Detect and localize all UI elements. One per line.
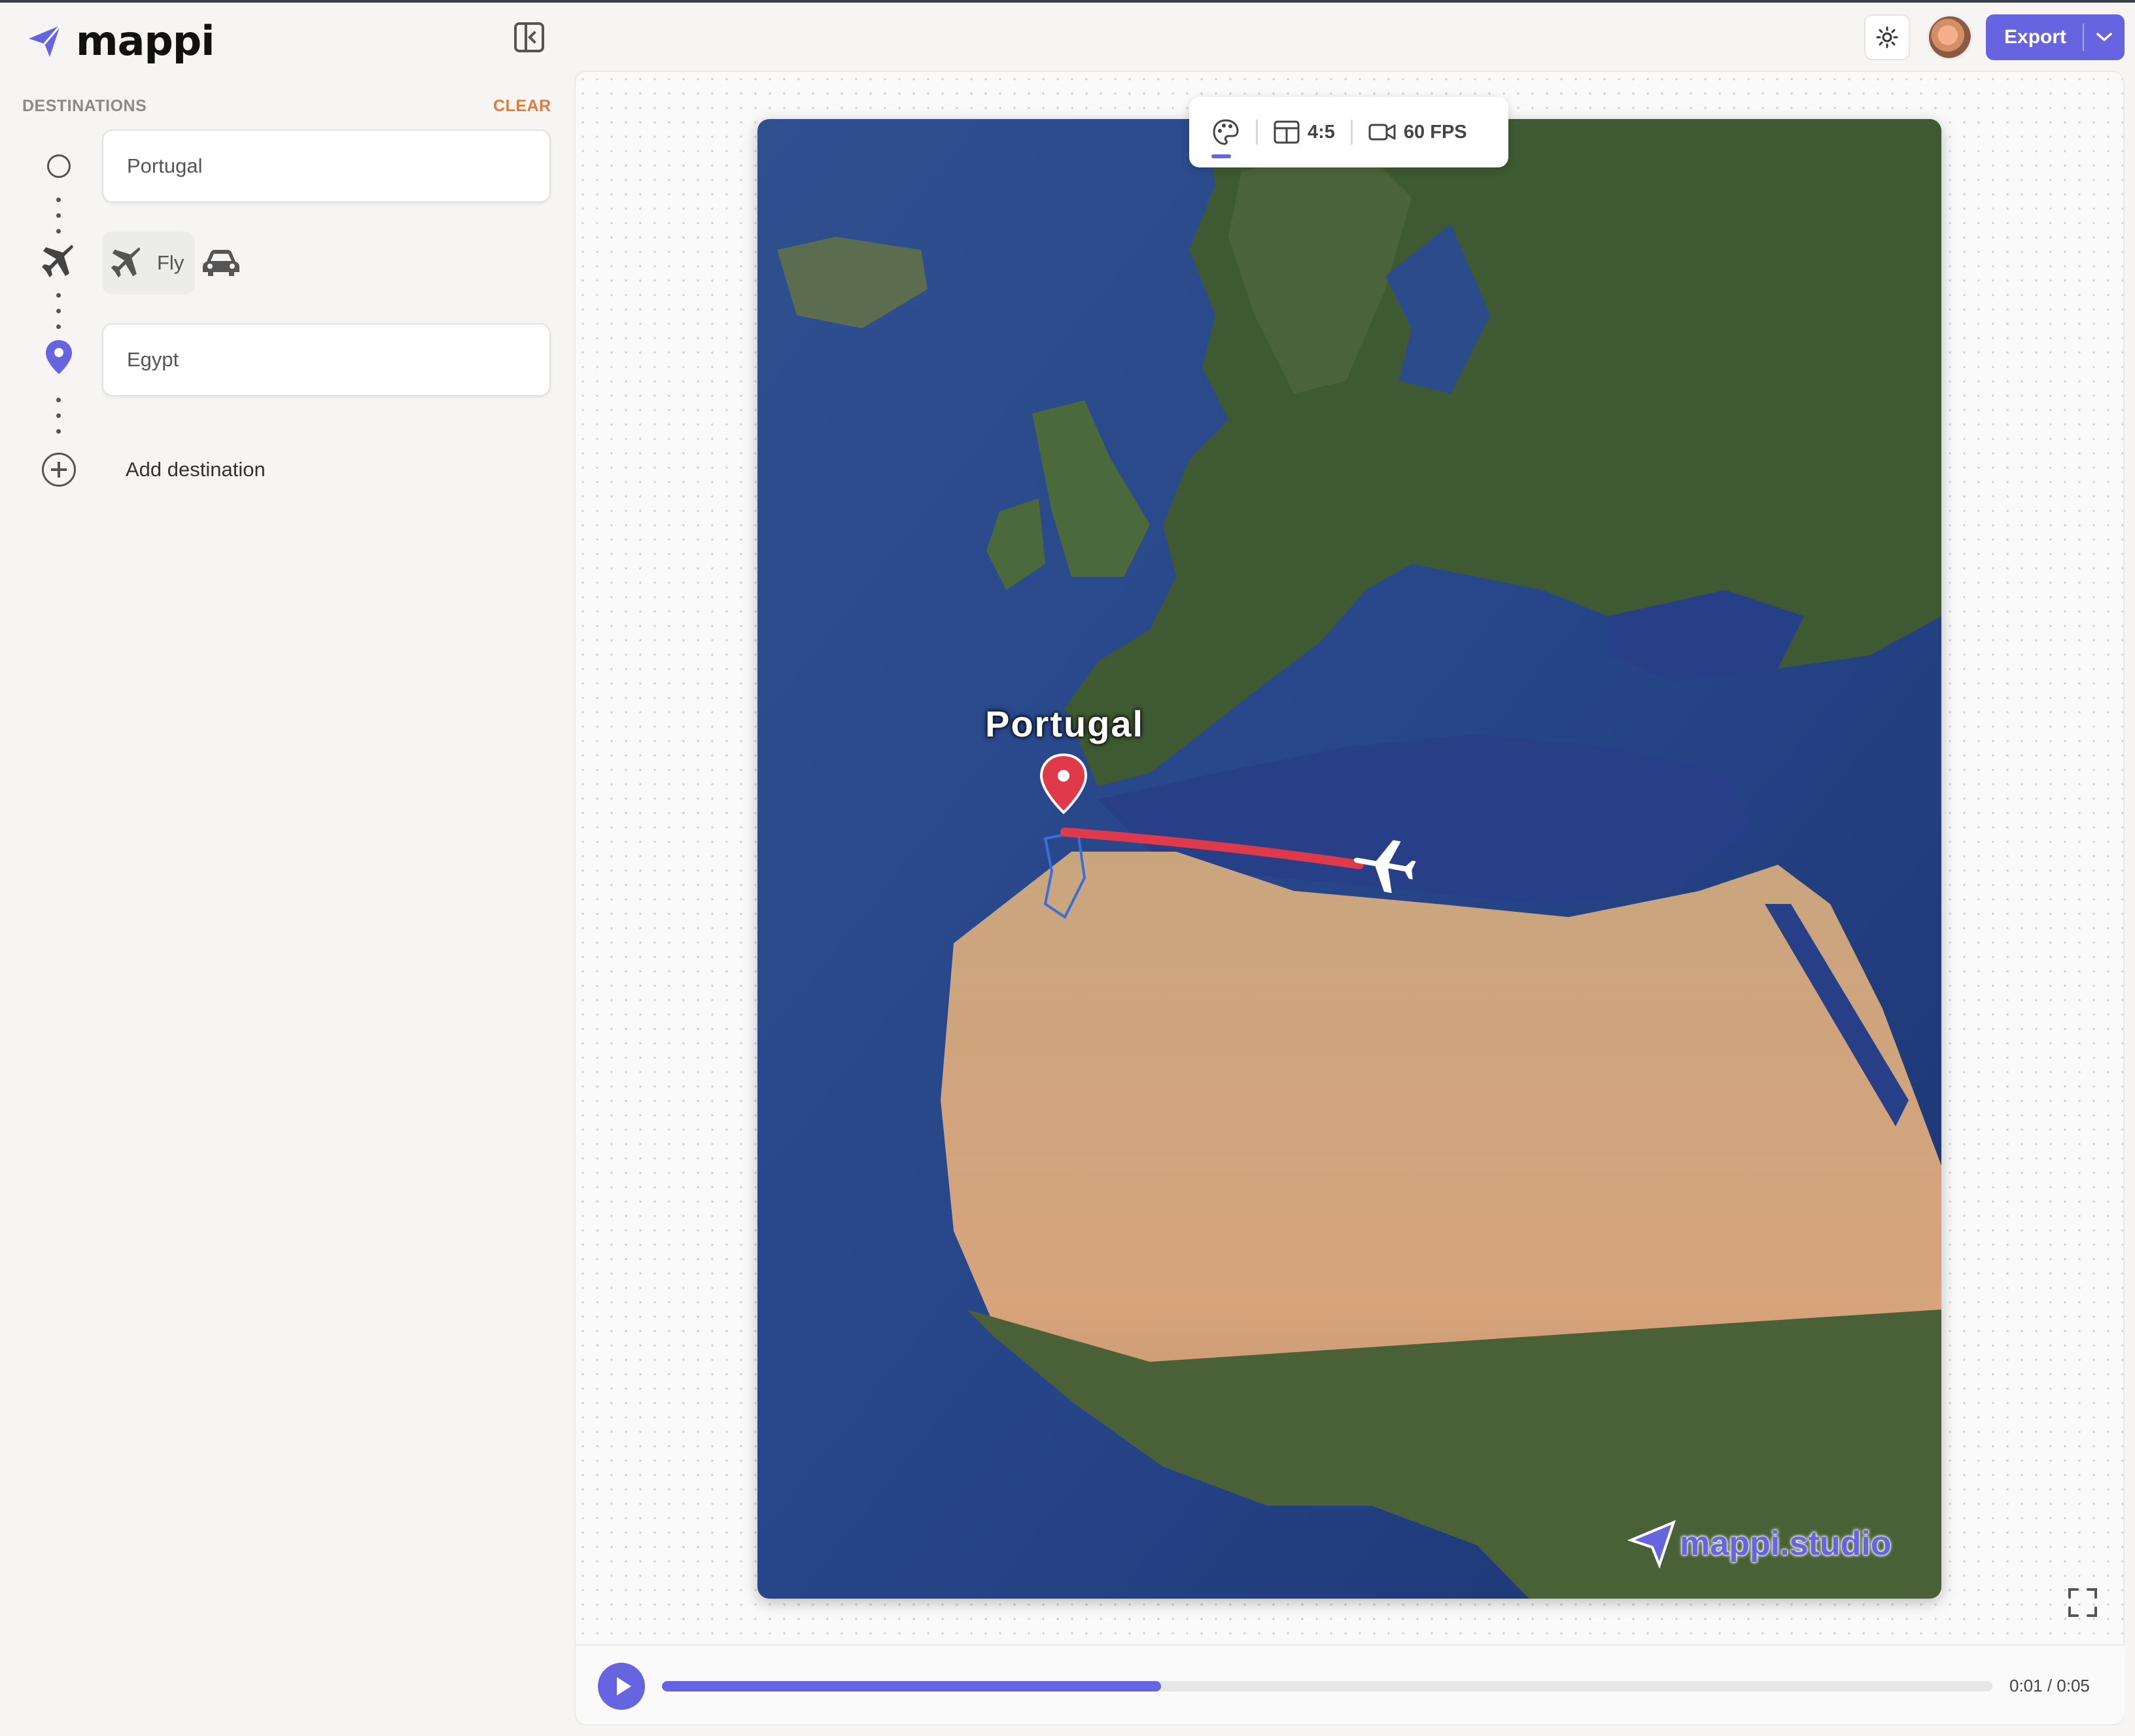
aspect-ratio-icon xyxy=(1274,120,1300,144)
window-top-border xyxy=(0,0,2135,3)
map-toolbar: 4:5 60 FPS xyxy=(1189,97,1508,167)
watermark: mappi.studio xyxy=(1627,1519,1892,1569)
origin-circle-icon xyxy=(47,154,71,178)
add-destination-button[interactable]: Add destination xyxy=(126,458,266,481)
fullscreen-icon[interactable] xyxy=(2068,1588,2097,1617)
fly-mode-button[interactable]: Fly xyxy=(102,232,195,294)
satellite-map xyxy=(757,119,1941,1599)
export-button[interactable]: Export xyxy=(1986,14,2125,60)
timeline-connector xyxy=(56,293,61,340)
active-indicator xyxy=(1211,154,1231,158)
destinations-heading: DESTINATIONS xyxy=(22,97,147,115)
progress-slider[interactable] xyxy=(662,1681,1992,1692)
toolbar-divider xyxy=(1256,120,1258,145)
playback-time: 0:01 / 0:05 xyxy=(2009,1676,2090,1695)
origin-input[interactable]: Portugal xyxy=(102,130,551,203)
export-dropdown-button[interactable] xyxy=(2084,32,2125,43)
fps-label: 60 FPS xyxy=(1403,121,1467,143)
video-camera-icon xyxy=(1368,124,1396,141)
clear-button[interactable]: CLEAR xyxy=(493,97,551,116)
plane-icon xyxy=(42,245,73,277)
user-avatar[interactable] xyxy=(1927,14,1973,60)
aspect-ratio-button[interactable]: 4:5 xyxy=(1274,120,1335,144)
app-name: mappi xyxy=(76,17,215,65)
style-button[interactable] xyxy=(1211,118,1240,158)
palette-icon xyxy=(1213,119,1239,145)
export-label: Export xyxy=(2004,26,2067,48)
origin-map-label: Portugal xyxy=(985,703,1145,744)
plane-icon xyxy=(111,247,141,278)
add-destination-icon[interactable] xyxy=(42,453,76,487)
paper-plane-icon xyxy=(29,24,61,57)
map-pin-icon xyxy=(46,340,72,374)
toolbar-divider xyxy=(1350,120,1353,145)
timeline-connector xyxy=(56,398,61,445)
sidebar-collapse-icon[interactable] xyxy=(514,22,544,52)
theme-toggle-button[interactable] xyxy=(1864,14,1910,60)
watermark-text: mappi.studio xyxy=(1680,1525,1892,1563)
play-button[interactable] xyxy=(598,1663,645,1710)
timeline-connector xyxy=(56,198,61,245)
aspect-ratio-label: 4:5 xyxy=(1308,121,1335,143)
progress-fill xyxy=(662,1681,1161,1692)
paper-plane-icon xyxy=(1627,1519,1676,1569)
sun-icon xyxy=(1876,26,1898,48)
app-logo[interactable]: mappi xyxy=(26,17,215,65)
destination-input[interactable]: Egypt xyxy=(102,323,551,396)
fps-button[interactable]: 60 FPS xyxy=(1368,122,1467,143)
fly-mode-label: Fly xyxy=(157,251,184,274)
chevron-down-icon xyxy=(2096,33,2112,41)
car-icon[interactable] xyxy=(201,247,241,279)
map-preview[interactable]: Portugal mappi.studio xyxy=(757,119,1941,1599)
